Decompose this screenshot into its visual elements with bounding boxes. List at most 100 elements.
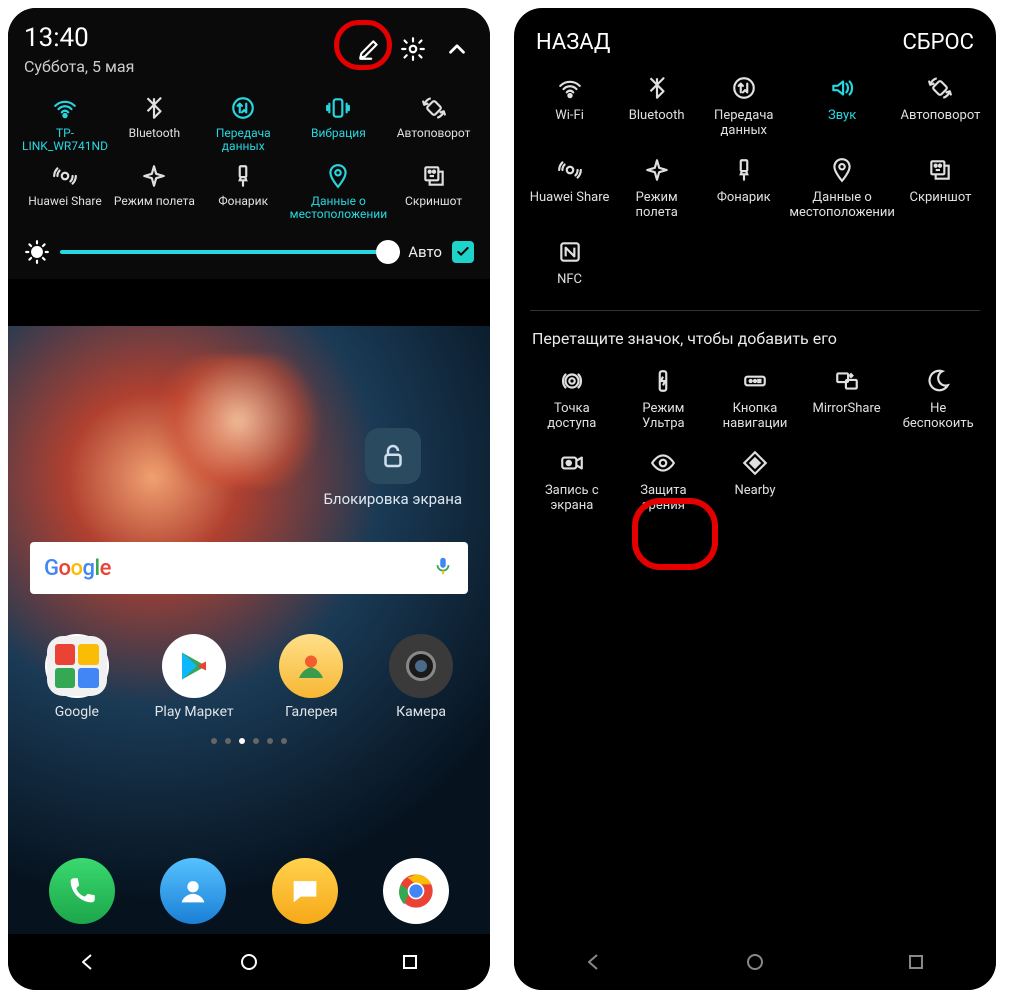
qs-tile-label: MirrorShare (803, 402, 891, 417)
qs-tile-flashlight[interactable]: Фонарик (702, 155, 785, 221)
edit-header: НАЗАД СБРОС (514, 8, 996, 63)
google-logo: Google (44, 556, 111, 581)
qs-tile-hotspot[interactable]: Точка доступа (528, 366, 616, 432)
screen-lock-widget[interactable]: Блокировка экрана (323, 428, 462, 508)
nearby-icon (742, 450, 768, 476)
qs-tile-screen-record[interactable]: Запись с экрана (528, 448, 616, 514)
qs-tile-huawei-share[interactable]: Huawei Share (528, 155, 611, 221)
qs-tile-label: Точка доступа (528, 402, 616, 432)
app-label: Google (45, 704, 109, 720)
app-messages[interactable] (272, 858, 338, 924)
app-камера[interactable]: Камера (389, 634, 453, 720)
huawei-share-icon (52, 163, 78, 189)
qs-tile-autorotate[interactable]: Автоповорот (899, 73, 982, 139)
brightness-slider[interactable] (60, 250, 398, 254)
nav-button-icon (742, 368, 768, 394)
qs-tile-huawei-share[interactable]: Huawei Share (22, 161, 108, 223)
mic-icon (432, 555, 454, 577)
phone-quicksettings: 13:40 Суббота, 5 мая TP-LINK_WR741NDBlue… (8, 8, 490, 990)
divider (530, 310, 980, 311)
app-phone[interactable] (49, 858, 115, 924)
qs-tile-vibration[interactable]: Вибрация (290, 93, 387, 155)
check-icon (455, 244, 471, 260)
edit-tiles-button[interactable] (352, 32, 386, 66)
back-button[interactable]: НАЗАД (536, 30, 610, 55)
app-label: Камера (389, 704, 453, 720)
qs-tile-wifi[interactable]: Wi-Fi (528, 73, 611, 139)
ultra-battery-icon (650, 368, 676, 394)
voice-search-button[interactable] (432, 555, 454, 581)
qs-tile-label: Режим полета (615, 191, 698, 221)
nav-home-button[interactable] (743, 950, 767, 974)
qs-tile-bluetooth[interactable]: Bluetooth (615, 73, 698, 139)
qs-tile-screenshot[interactable]: Скриншот (899, 155, 982, 221)
qs-tile-label: Защита зрения (620, 484, 708, 514)
nav-bar (514, 934, 996, 990)
google-search-bar[interactable]: Google (30, 542, 468, 594)
app-chrome[interactable] (383, 858, 449, 924)
slider-thumb[interactable] (376, 240, 400, 264)
qs-tile-wifi[interactable]: TP-LINK_WR741ND (22, 93, 108, 155)
pencil-icon (356, 36, 382, 62)
qs-tile-airplane[interactable]: Режим полета (615, 155, 698, 221)
qs-tile-nav-button[interactable]: Кнопка навигации (711, 366, 799, 432)
app-галерея[interactable]: Галерея (279, 634, 343, 720)
qs-tile-label: Звук (789, 109, 895, 124)
qs-tile-data-transfer[interactable]: Передача данных (702, 73, 785, 139)
data-transfer-icon (731, 75, 757, 101)
screenshot-icon (927, 157, 953, 183)
qs-tile-data-transfer[interactable]: Передача данных (201, 93, 286, 155)
app-google[interactable]: Google (45, 634, 109, 720)
clock-date: Суббота, 5 мая (24, 57, 134, 77)
app-contacts[interactable] (160, 858, 226, 924)
qs-tile-mirrorshare[interactable]: MirrorShare (803, 366, 891, 432)
bottom-dock (8, 858, 490, 924)
data-transfer-icon (230, 95, 256, 121)
autorotate-icon (927, 75, 953, 101)
available-tiles-grid: Точка доступаРежим УльтраКнопка навигаци… (514, 356, 996, 532)
mirrorshare-icon (834, 368, 860, 394)
collapse-button[interactable] (440, 32, 474, 66)
app-play-маркет[interactable]: Play Маркет (155, 634, 234, 720)
qs-tile-sound[interactable]: Звук (789, 73, 895, 139)
nav-recent-button[interactable] (904, 950, 928, 974)
settings-button[interactable] (396, 32, 430, 66)
qs-tile-autorotate[interactable]: Автоповорот (391, 93, 476, 155)
nav-bar (8, 934, 490, 990)
qs-tile-screenshot[interactable]: Скриншот (391, 161, 476, 223)
qs-tile-label: Данные о местоположении (290, 195, 387, 223)
qs-tile-airplane[interactable]: Режим полета (112, 161, 197, 223)
sound-icon (829, 75, 855, 101)
reset-button[interactable]: СБРОС (902, 30, 974, 55)
nav-home-button[interactable] (237, 950, 261, 974)
page-indicator (8, 738, 490, 744)
airplane-icon (141, 163, 167, 189)
auto-brightness-label: Авто (408, 243, 442, 261)
nav-back-button[interactable] (582, 950, 606, 974)
qs-tile-label: Фонарик (201, 195, 286, 223)
screen-record-icon (559, 450, 585, 476)
qs-tile-location[interactable]: Данные о местоположении (789, 155, 895, 221)
location-icon (325, 163, 351, 189)
qs-tile-label: Nearby (711, 484, 799, 499)
nav-recent-button[interactable] (398, 950, 422, 974)
app-label: Play Маркет (155, 704, 234, 720)
qs-tile-bluetooth[interactable]: Bluetooth (112, 93, 197, 155)
nfc-icon (557, 239, 583, 265)
qs-tile-label: Huawei Share (528, 191, 611, 206)
qs-tile-nearby[interactable]: Nearby (711, 448, 799, 514)
home-screen: Блокировка экрана Google Google Play Марк… (8, 326, 490, 934)
qs-tile-ultra-battery[interactable]: Режим Ультра (620, 366, 708, 432)
qs-tile-label: Запись с экрана (528, 484, 616, 514)
nav-back-button[interactable] (76, 950, 100, 974)
qs-tile-eye-comfort[interactable]: Защита зрения (620, 448, 708, 514)
qs-tile-label: Режим Ультра (620, 402, 708, 432)
qs-tile-location[interactable]: Данные о местоположении (290, 161, 387, 223)
qs-tile-label: Не беспокоить (894, 402, 982, 432)
autorotate-icon (421, 95, 447, 121)
chevron-up-icon (444, 36, 470, 62)
qs-tile-dnd[interactable]: Не беспокоить (894, 366, 982, 432)
qs-tile-nfc[interactable]: NFC (528, 237, 611, 288)
auto-brightness-checkbox[interactable] (452, 241, 474, 263)
qs-tile-flashlight[interactable]: Фонарик (201, 161, 286, 223)
